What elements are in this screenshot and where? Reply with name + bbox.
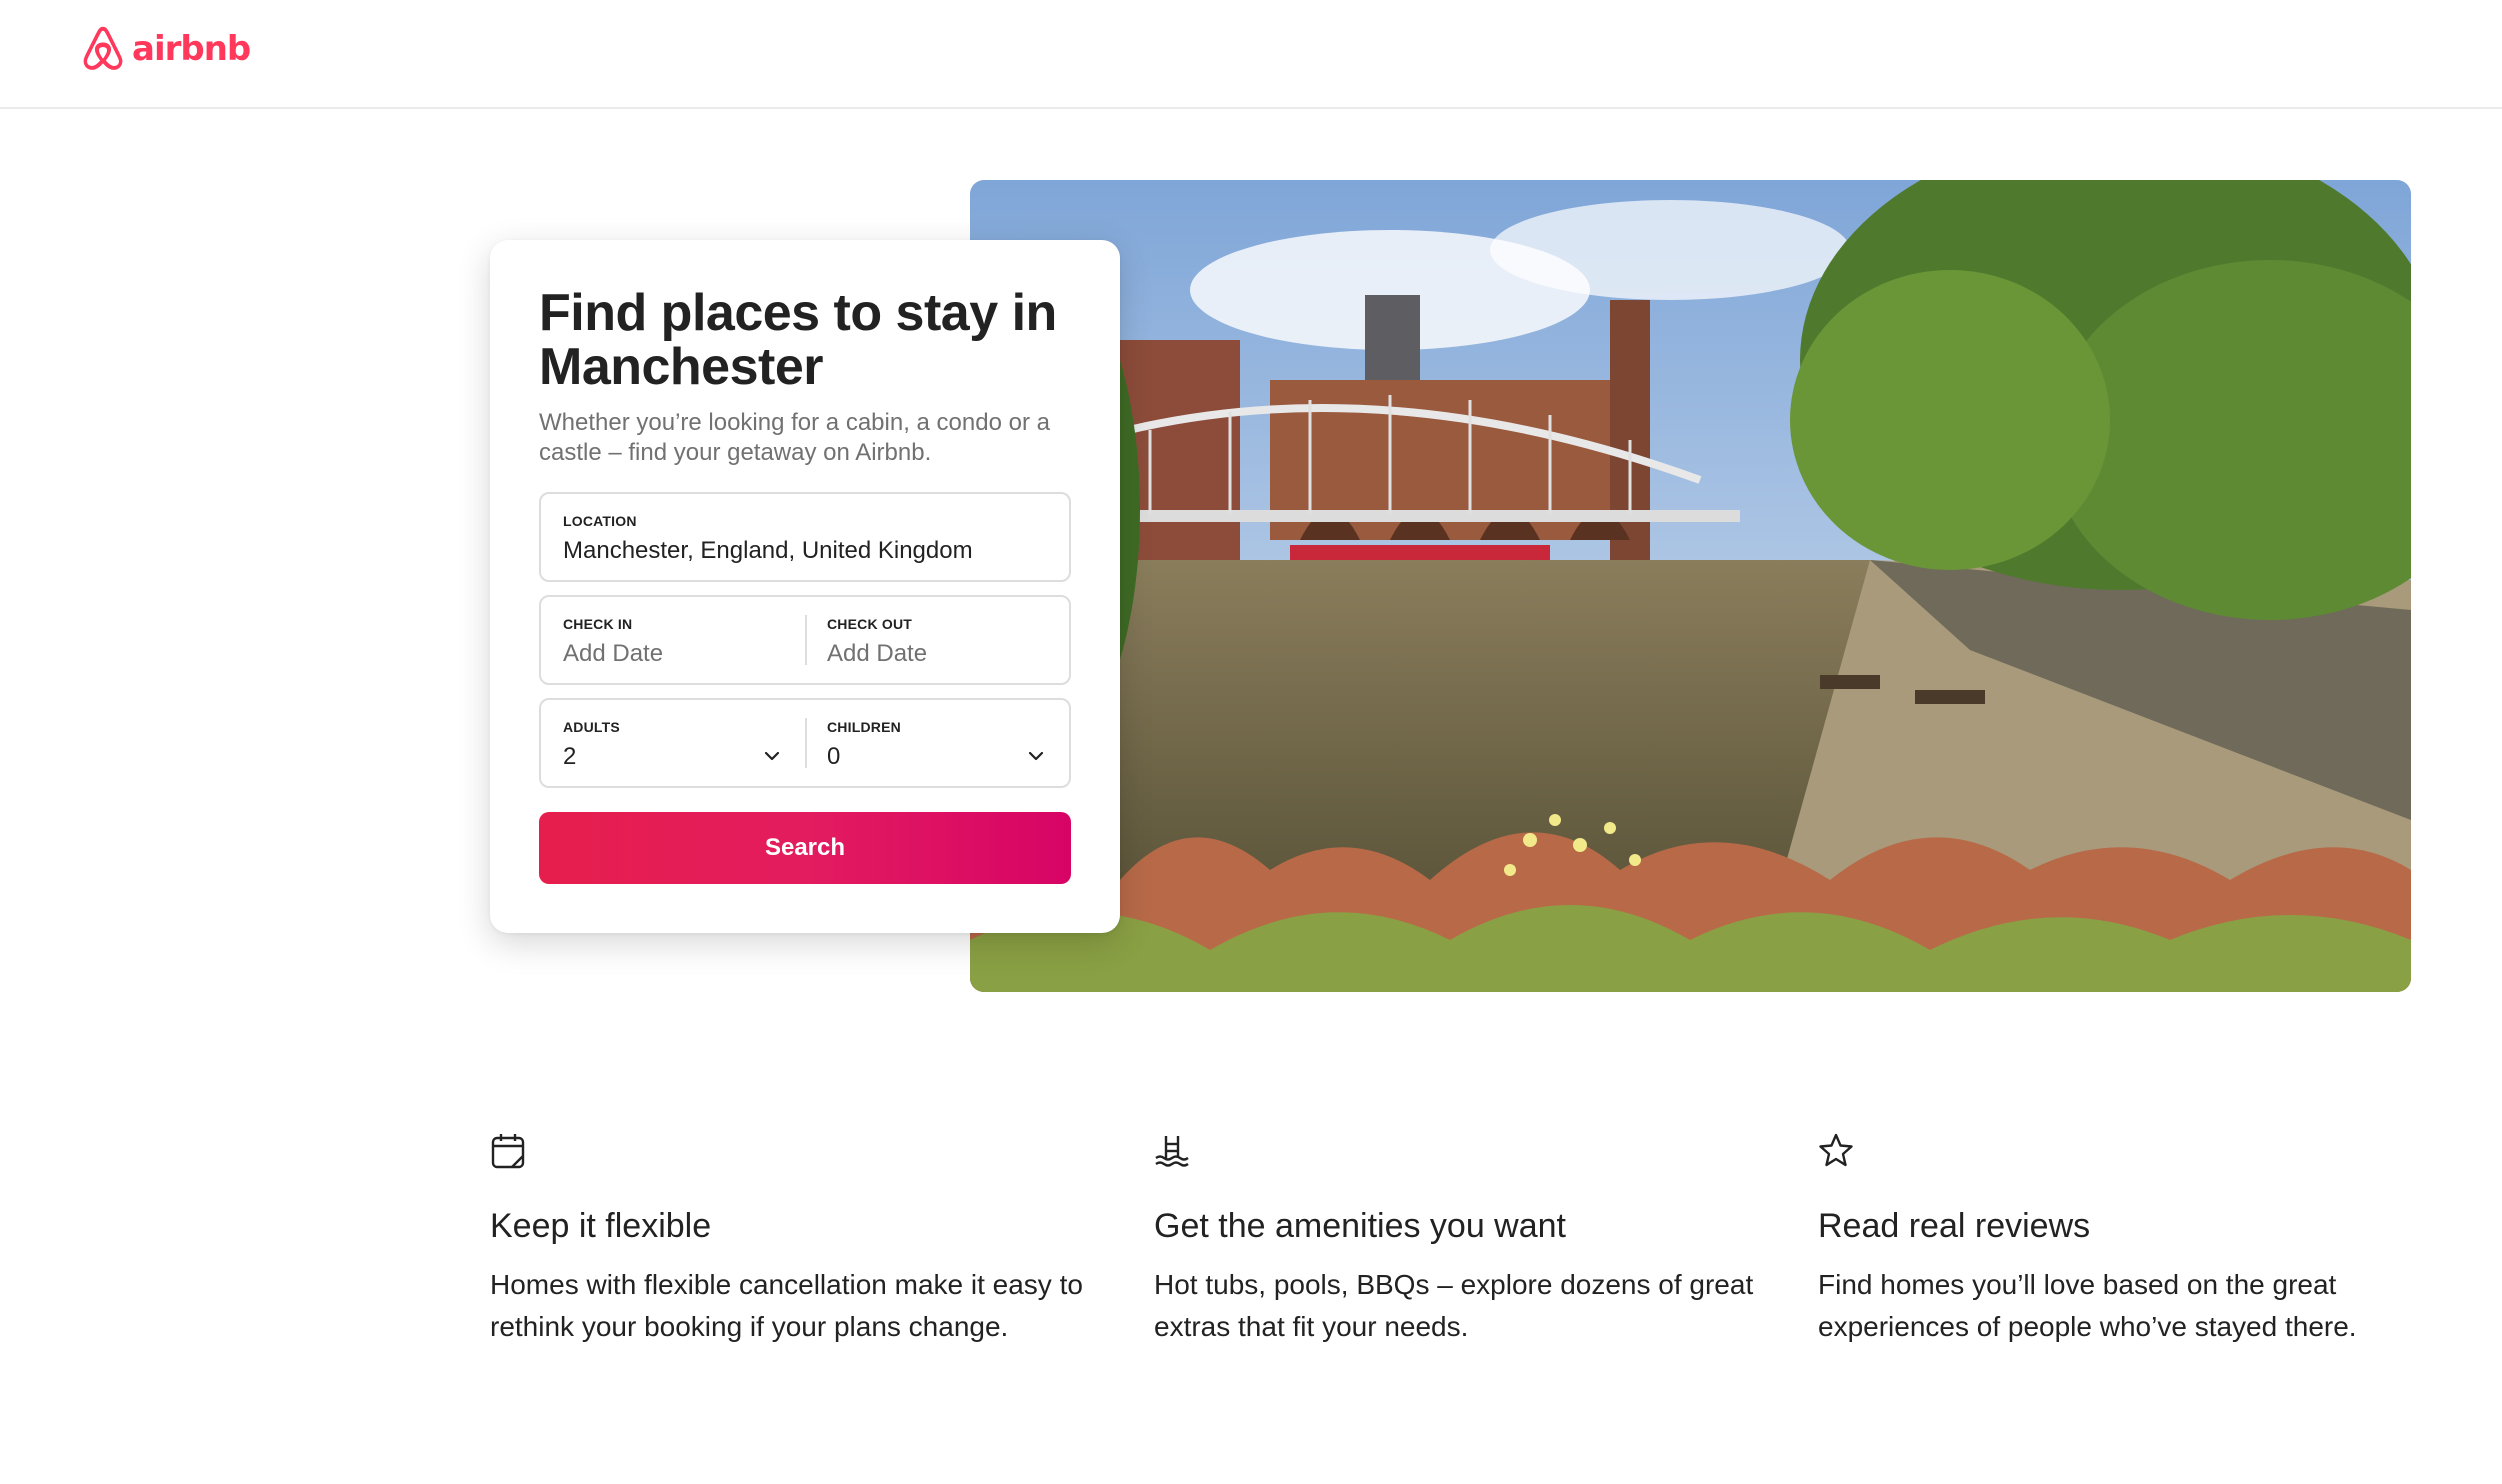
chevron-down-icon: [764, 751, 780, 761]
feature-title: Keep it flexible: [490, 1207, 712, 1245]
adults-select[interactable]: ADULTS 2: [541, 700, 805, 786]
star-icon: [1819, 1133, 1853, 1167]
location-input[interactable]: Manchester, England, United Kingdom: [563, 536, 1047, 566]
feature-title: Read real reviews: [1818, 1207, 2091, 1245]
airbnb-logo-icon: [83, 26, 123, 70]
pool-icon: [1155, 1136, 1189, 1167]
features-section: Keep it flexible Homes with flexible can…: [490, 1132, 2411, 1372]
hero-photo: [970, 180, 2411, 992]
check-in-input[interactable]: Add Date: [563, 639, 783, 669]
feature-text: Find homes you’ll love based on the grea…: [1818, 1269, 2357, 1342]
children-label: CHILDREN: [827, 719, 901, 735]
feature-flexible: Keep it flexible Homes with flexible can…: [490, 1132, 1110, 1348]
chevron-down-icon: [1028, 751, 1044, 761]
check-in-label: CHECK IN: [563, 616, 633, 632]
location-field[interactable]: LOCATION Manchester, England, United Kin…: [539, 492, 1071, 582]
top-header: airbnb: [0, 0, 2502, 109]
location-label: LOCATION: [563, 513, 637, 529]
feature-title: Get the amenities you want: [1154, 1207, 1567, 1245]
calendar-icon: [491, 1134, 525, 1169]
hero-image: [970, 180, 2411, 992]
feature-reviews: Read real reviews Find homes you’ll love…: [1818, 1132, 2438, 1348]
feature-text: Hot tubs, pools, BBQs – explore dozens o…: [1154, 1269, 1754, 1342]
adults-label: ADULTS: [563, 719, 620, 735]
feature-text: Homes with flexible cancellation make it…: [490, 1269, 1083, 1342]
check-out-input[interactable]: Add Date: [827, 639, 1047, 669]
dates-field: CHECK IN Add Date CHECK OUT Add Date: [539, 595, 1071, 685]
logo-wordmark: airbnb: [132, 29, 251, 69]
search-button[interactable]: Search: [539, 812, 1071, 884]
check-out-label: CHECK OUT: [827, 616, 913, 632]
page-subtitle: Whether you’re looking for a cabin, a co…: [539, 409, 1050, 466]
page-title: Find places to stay in Manchester: [539, 284, 1057, 396]
adults-value[interactable]: 2: [563, 742, 783, 772]
search-card: Find places to stay in Manchester Whethe…: [490, 240, 1120, 933]
check-in-field[interactable]: CHECK IN Add Date: [541, 597, 805, 683]
airbnb-logo[interactable]: airbnb: [80, 24, 251, 74]
check-out-field[interactable]: CHECK OUT Add Date: [805, 597, 1069, 683]
children-value[interactable]: 0: [827, 742, 1047, 772]
guests-field: ADULTS 2 CHILDREN 0: [539, 698, 1071, 788]
feature-amenities: Get the amenities you want Hot tubs, poo…: [1154, 1132, 1774, 1348]
children-select[interactable]: CHILDREN 0: [805, 700, 1069, 786]
